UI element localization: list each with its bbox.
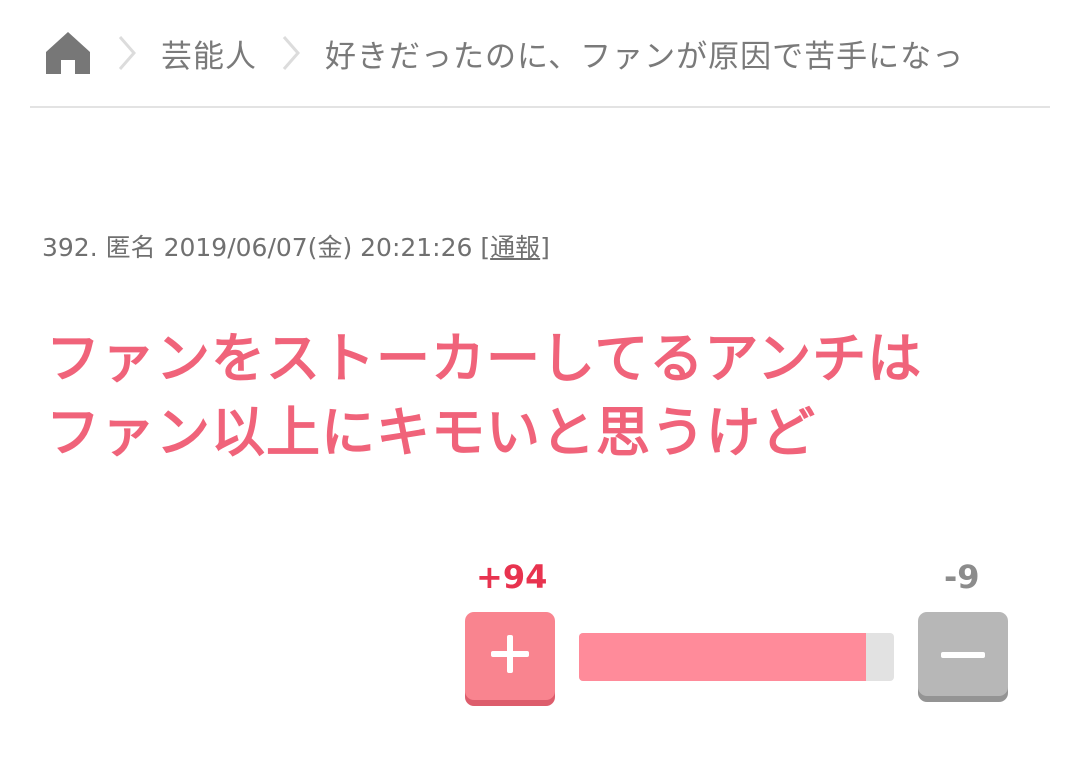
post-meta: 392. 匿名 2019/06/07(金) 20:21:26 [通報] bbox=[42, 228, 550, 264]
plus-icon bbox=[488, 632, 532, 680]
minus-vote-count: -9 bbox=[944, 558, 980, 596]
report-bracket-close: ] bbox=[540, 233, 550, 262]
plus-vote-count: +94 bbox=[476, 558, 548, 596]
post-number: 392. bbox=[42, 233, 98, 262]
post-body-line: ファンをストーカーしてるアンチは bbox=[46, 327, 923, 390]
minus-icon bbox=[940, 645, 986, 664]
breadcrumb-category-link[interactable]: 芸能人 bbox=[161, 31, 257, 76]
plus-vote-button[interactable] bbox=[465, 612, 555, 700]
vote-ratio-fill bbox=[579, 633, 867, 681]
vote-ratio-bar bbox=[579, 633, 894, 681]
minus-vote-button[interactable] bbox=[918, 612, 1008, 696]
breadcrumb: 芸能人 好きだったのに、ファンが原因で苦手になっ bbox=[30, 0, 1050, 108]
post-body: ファンをストーカーしてるアンチは ファン以上にキモいと思うけど bbox=[46, 322, 1046, 470]
home-icon[interactable] bbox=[43, 28, 93, 78]
post-datetime: 2019/06/07(金) 20:21:26 bbox=[163, 233, 473, 262]
chevron-right-icon bbox=[105, 33, 149, 73]
post-body-line: ファン以上にキモいと思うけど bbox=[46, 401, 816, 464]
breadcrumb-current-page[interactable]: 好きだったのに、ファンが原因で苦手になっ bbox=[325, 31, 964, 76]
post-author: 匿名 bbox=[105, 233, 156, 262]
report-bracket-open: [ bbox=[480, 233, 491, 262]
report-link[interactable]: 通報 bbox=[490, 233, 540, 262]
chevron-right-icon bbox=[269, 33, 313, 73]
